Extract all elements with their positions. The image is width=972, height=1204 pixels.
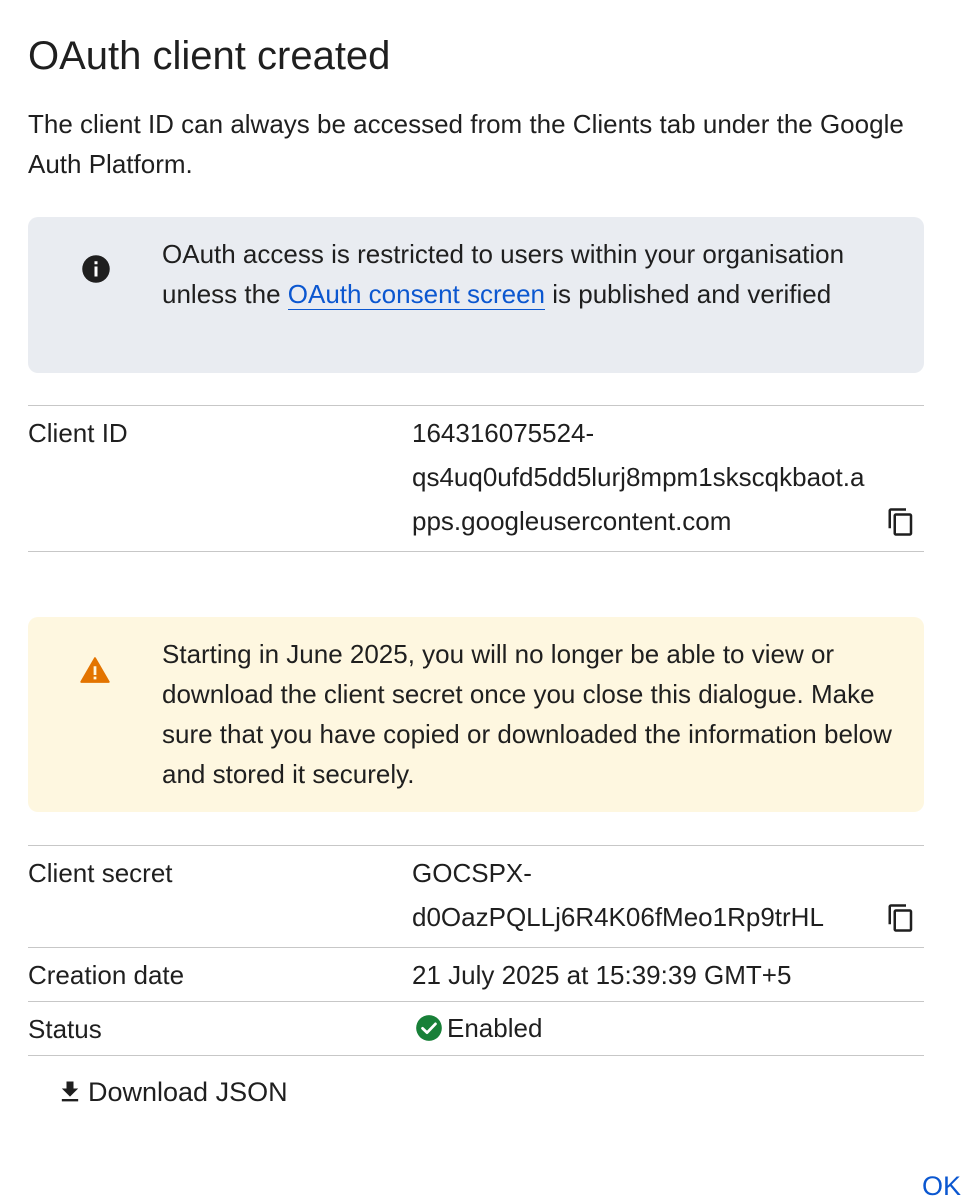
copy-client-id-icon[interactable] <box>886 506 916 538</box>
client-id-line-1: 164316075524- <box>412 418 595 448</box>
status-text: Enabled <box>447 1013 543 1043</box>
download-json-button[interactable]: Download JSON <box>28 1072 288 1112</box>
client-secret-line-1: GOCSPX- <box>412 858 532 888</box>
divider <box>28 1001 924 1002</box>
creation-date-label: Creation date <box>28 960 185 990</box>
warning-icon <box>80 657 110 683</box>
dialog-description: The client ID can always be accessed fro… <box>28 109 904 179</box>
client-secret-label: Client secret <box>28 858 173 888</box>
divider <box>28 845 924 846</box>
client-secret-value[interactable]: GOCSPX- d0OazPQLLj6R4K06fMeo1Rp9trHL <box>412 851 824 939</box>
info-callout: OAuth access is restricted to users with… <box>28 217 924 373</box>
client-id-value[interactable]: 164316075524- qs4uq0ufd5dd5lurj8mpm1sksc… <box>412 411 864 543</box>
check-circle-icon <box>416 1015 442 1041</box>
client-id-line-2: qs4uq0ufd5dd5lurj8mpm1skscqkbaot.a <box>412 462 865 492</box>
download-icon <box>61 1081 79 1102</box>
client-id-label: Client ID <box>28 418 128 448</box>
status-label: Status <box>28 1014 102 1044</box>
divider <box>28 551 924 552</box>
divider <box>28 405 924 406</box>
divider <box>28 1055 924 1056</box>
ok-button[interactable]: OK <box>922 1168 961 1204</box>
warning-callout: Starting in June 2025, you will no longe… <box>28 617 924 812</box>
copy-client-secret-icon[interactable] <box>886 902 916 934</box>
info-callout-text: OAuth access is restricted to users with… <box>162 234 904 314</box>
warning-callout-text: Starting in June 2025, you will no longe… <box>162 639 892 789</box>
client-secret-line-2: d0OazPQLLj6R4K06fMeo1Rp9trHL <box>412 902 824 932</box>
download-json-label: Download JSON <box>88 1077 288 1107</box>
creation-date-value: 21 July 2025 at 15:39:39 GMT+5 <box>412 960 792 990</box>
status-value: Enabled <box>412 1006 542 1050</box>
client-id-line-3: pps.googleusercontent.com <box>412 506 732 536</box>
dialog-title: OAuth client created <box>28 34 391 78</box>
info-icon <box>82 255 110 283</box>
divider <box>28 947 924 948</box>
info-text-after: is published and verified <box>545 279 832 309</box>
oauth-consent-screen-link[interactable]: OAuth consent screen <box>287 279 546 310</box>
